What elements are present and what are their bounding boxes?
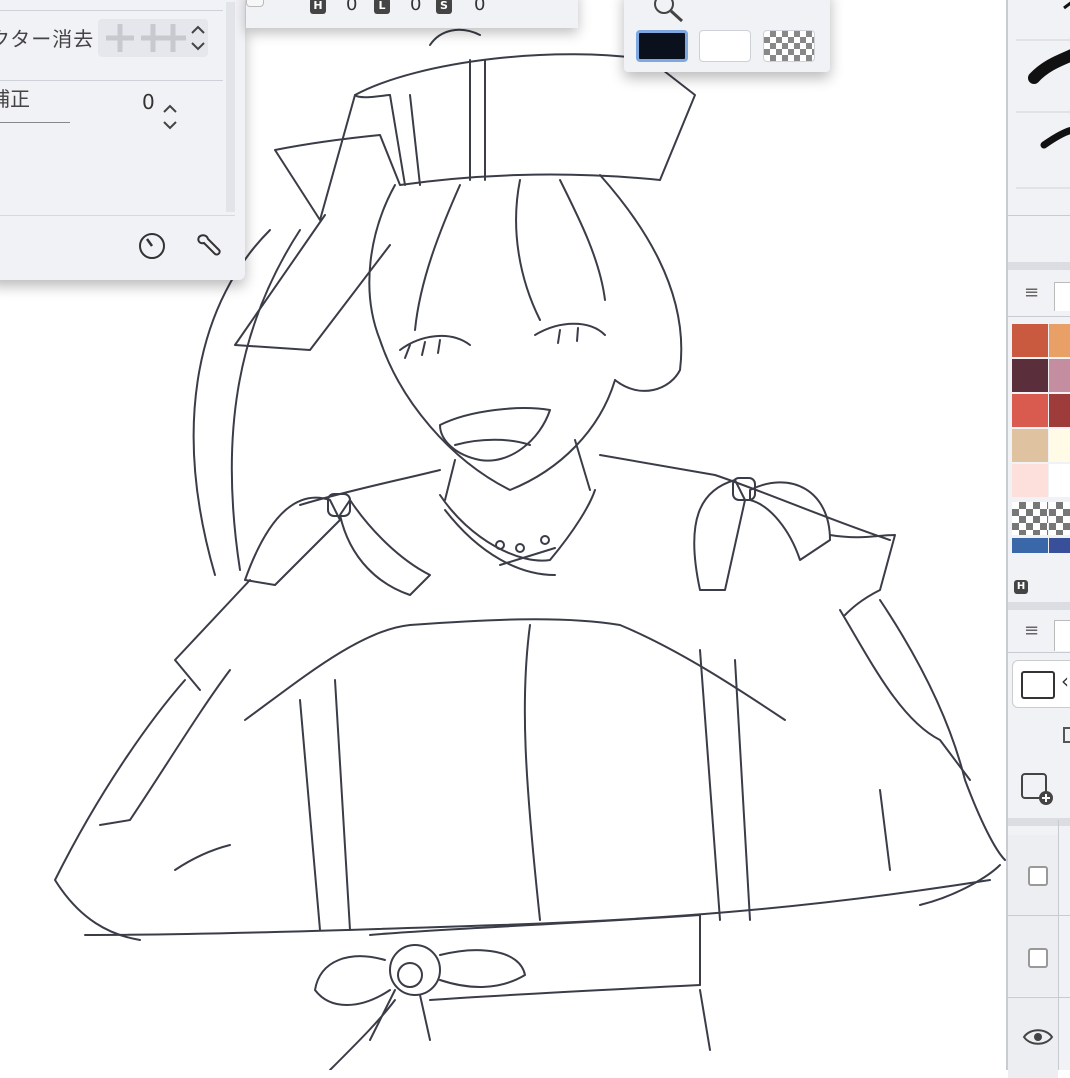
- blend-mode-icon: [1021, 671, 1055, 699]
- main-color-swatch[interactable]: [636, 30, 688, 62]
- panel-scrollbar[interactable]: [226, 2, 235, 212]
- stabilization-label: 補正: [0, 87, 30, 111]
- dock-divider: [1008, 316, 1070, 317]
- palette-swatch[interactable]: [1049, 359, 1070, 392]
- layer-column-divider: [1058, 820, 1059, 1070]
- search-icon[interactable]: [648, 0, 688, 24]
- vector-erase-label: クター消去: [0, 27, 95, 51]
- layer-visibility-checkbox[interactable]: [1028, 866, 1048, 886]
- layer-visibility-checkbox[interactable]: [1028, 948, 1048, 968]
- panel-footer-divider: [0, 215, 235, 216]
- palette-swatch[interactable]: [1012, 359, 1048, 392]
- copy-icon[interactable]: [1060, 726, 1070, 746]
- saturation-value: 0: [474, 0, 486, 15]
- add-layer-icon[interactable]: [1018, 770, 1058, 810]
- dock-section-gap: [1008, 262, 1070, 270]
- brush-preview-list[interactable]: [1016, 0, 1070, 220]
- sub-color-swatch[interactable]: [699, 30, 751, 62]
- dock-divider: [1008, 652, 1070, 653]
- dock-section-gap: [1008, 818, 1070, 826]
- saturation-button[interactable]: S: [436, 0, 452, 14]
- right-dock: ≡ H ≡ ‹: [1006, 0, 1070, 1078]
- stabilization-stepper-icon[interactable]: [162, 102, 178, 132]
- color-slider-toolbar: H 0 L 0 S 0: [246, 0, 578, 28]
- layer-tab[interactable]: [1054, 620, 1070, 651]
- dock-section-gap: [1008, 602, 1070, 610]
- panel-divider: [0, 80, 223, 81]
- palette-tab[interactable]: [1054, 282, 1070, 311]
- palette-swatch[interactable]: [1049, 324, 1070, 357]
- toolbar-edge-button[interactable]: [246, 0, 264, 7]
- palette-swatch[interactable]: [1012, 394, 1048, 427]
- circle-tool-icon[interactable]: [520, 0, 550, 6]
- transparent-color-swatch[interactable]: [763, 30, 815, 62]
- hue-value: 0: [346, 0, 358, 15]
- palette-swatch[interactable]: [1012, 464, 1048, 497]
- chevron-left-icon: ‹: [1061, 669, 1069, 693]
- stabilization-slider[interactable]: [0, 122, 70, 123]
- eye-icon[interactable]: [1022, 1026, 1054, 1048]
- stepper-icon[interactable]: [190, 23, 206, 53]
- vector-erase-option-button[interactable]: [98, 19, 208, 57]
- panel-divider: [0, 10, 223, 11]
- layer-menu-icon[interactable]: ≡: [1024, 620, 1039, 641]
- dock-divider: [1008, 215, 1070, 216]
- palette-menu-icon[interactable]: ≡: [1024, 282, 1039, 303]
- palette-swatch-transparent[interactable]: [1012, 502, 1048, 535]
- color-panel: [624, 0, 830, 72]
- palette-swatch-transparent[interactable]: [1049, 502, 1070, 535]
- hue-button[interactable]: H: [310, 0, 326, 14]
- palette-swatch[interactable]: [1012, 538, 1048, 553]
- wrench-icon[interactable]: [193, 231, 223, 261]
- palette-swatch[interactable]: [1012, 324, 1048, 357]
- palette-footer-badge[interactable]: H: [1014, 580, 1028, 594]
- palette-swatch[interactable]: [1049, 464, 1070, 497]
- palette-swatch[interactable]: [1049, 538, 1070, 553]
- luminance-button[interactable]: L: [374, 0, 390, 14]
- luminance-value: 0: [410, 0, 422, 15]
- reset-dial-icon[interactable]: [137, 231, 167, 261]
- layer-blend-selector[interactable]: ‹: [1012, 660, 1070, 708]
- palette-swatch[interactable]: [1049, 429, 1070, 462]
- palette-swatch[interactable]: [1049, 394, 1070, 427]
- palette-swatch[interactable]: [1012, 429, 1048, 462]
- stabilization-value: 0: [142, 90, 155, 114]
- tool-property-panel: クター消去 補正 0: [0, 0, 245, 280]
